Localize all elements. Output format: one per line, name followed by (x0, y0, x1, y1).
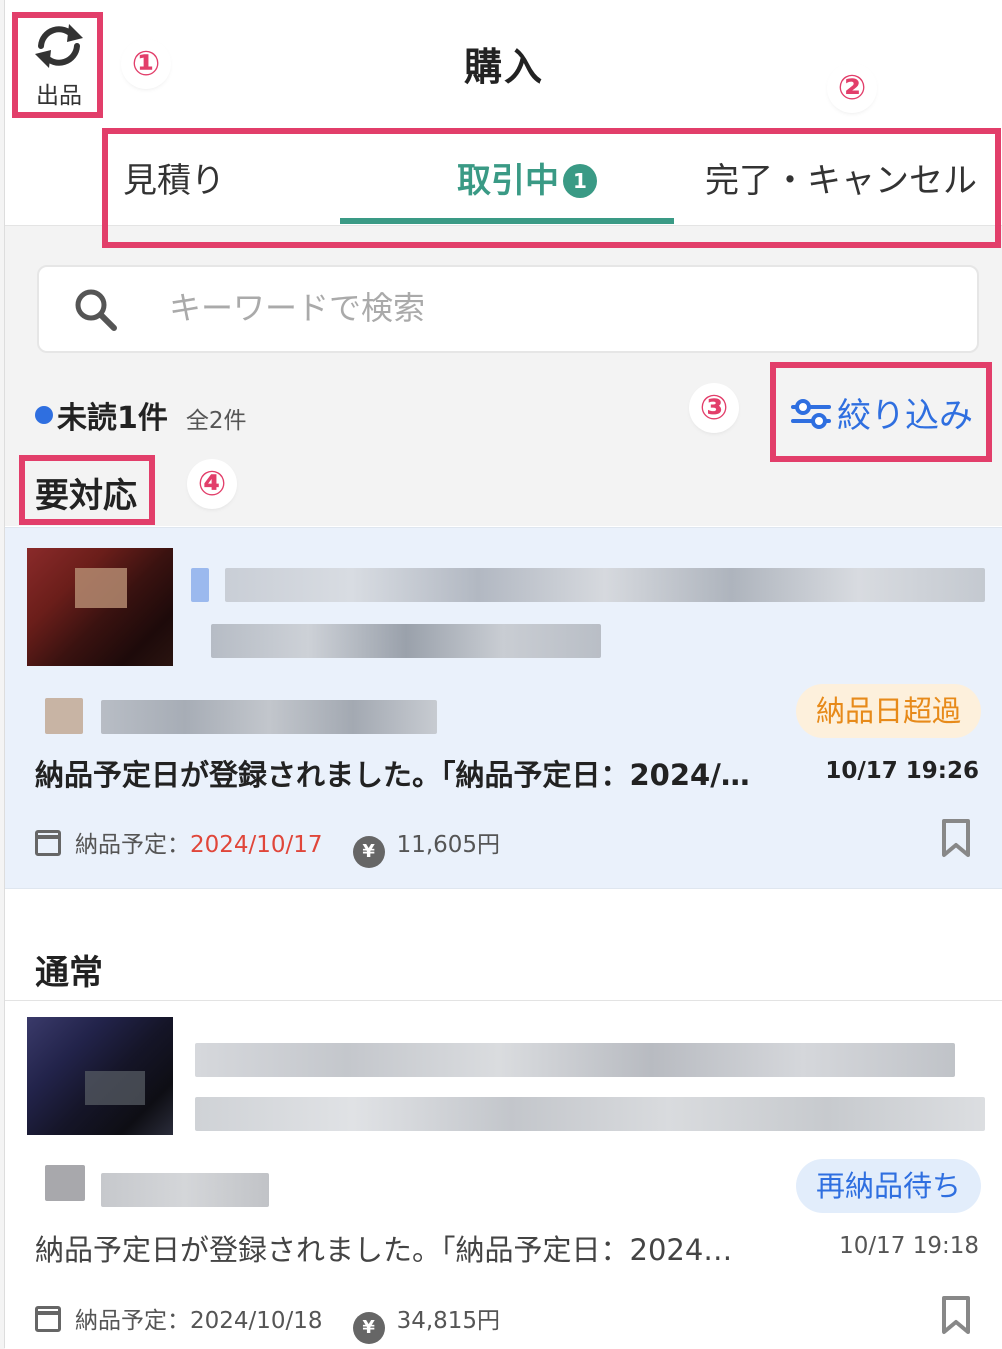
order-meta: 納品予定：2024/10/17 ¥11,605円 (35, 825, 500, 868)
bookmark-icon[interactable] (941, 1295, 971, 1335)
blurred-product-subtitle (195, 1097, 985, 1131)
total-count: 全2件 (185, 408, 247, 434)
delivery-date: 2024/10/18 (190, 1308, 323, 1334)
unread-count: 未読1件 (57, 401, 168, 436)
delivery-date: 2024/10/17 (190, 832, 323, 858)
annotation-marker-1: ① (124, 42, 168, 86)
annotation-marker-2: ② (830, 66, 874, 110)
annotation-box-2 (102, 128, 1001, 248)
order-price: 11,605円 (396, 832, 501, 858)
seller-avatar (45, 1165, 85, 1201)
blurred-product-subtitle (211, 624, 601, 658)
calendar-icon (35, 830, 61, 856)
blurred-seller-name (101, 1173, 269, 1207)
delivery-label: 納品予定： (75, 832, 190, 858)
order-card[interactable]: 納品日超過 納品予定日が登録されました。「納品予定日：2024/… 10/17 … (5, 527, 1002, 889)
blurred-seller-name (101, 700, 437, 734)
seller-avatar (45, 698, 83, 734)
search-icon (75, 289, 117, 331)
order-price: 34,815円 (396, 1308, 501, 1334)
order-message: 納品予定日が登録されました。「納品予定日：2024/… (35, 758, 750, 792)
annotation-box-1 (12, 12, 103, 118)
blurred-product-title (225, 568, 985, 602)
annotation-box-4 (19, 455, 155, 525)
delivery-label: 納品予定： (75, 1308, 190, 1334)
yen-icon: ¥ (352, 836, 385, 868)
annotation-marker-3: ③ (692, 386, 736, 430)
unread-dot-icon (35, 406, 53, 424)
status-tag-redelivery: 再納品待ち (795, 1159, 981, 1213)
product-thumbnail-detail (85, 1071, 145, 1105)
search-box (37, 265, 979, 353)
order-time: 10/17 19:18 (839, 1233, 979, 1259)
blurred-unread-marker (191, 568, 209, 602)
section-header-normal: 通常 (35, 953, 103, 993)
status-tag-label: 納品日超過 (815, 694, 961, 728)
order-meta: 納品予定：2024/10/18 ¥34,815円 (35, 1301, 500, 1344)
blurred-product-title (195, 1043, 955, 1077)
yen-icon: ¥ (352, 1312, 385, 1344)
search-input[interactable] (167, 285, 931, 331)
status-tag-label: 再納品待ち (815, 1169, 961, 1203)
order-time: 10/17 19:26 (825, 758, 979, 784)
status-tag-overdue: 納品日超過 (795, 684, 981, 738)
count-summary: 未読1件 全2件 (35, 393, 247, 443)
bookmark-icon[interactable] (941, 818, 971, 858)
annotation-box-3 (770, 362, 992, 462)
annotation-marker-4: ④ (190, 462, 234, 506)
calendar-icon (35, 1306, 61, 1332)
order-card[interactable]: 再納品待ち 納品予定日が登録されました。「納品予定日：2024… 10/17 1… (5, 1000, 1002, 1349)
order-message: 納品予定日が登録されました。「納品予定日：2024… (35, 1233, 733, 1267)
product-thumbnail-detail (75, 568, 127, 608)
